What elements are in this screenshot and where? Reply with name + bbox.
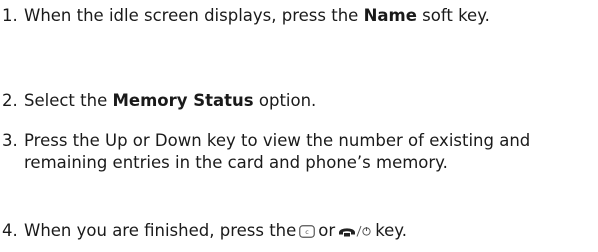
step-number: 2.: [2, 91, 18, 110]
step-text: Select the Memory Status option.: [24, 91, 317, 110]
clear-key-icon: c: [299, 225, 316, 238]
step-3: 3. Press the Up or Down key to view the …: [0, 130, 584, 174]
memory-status-label: Memory Status: [112, 91, 254, 110]
step-text: When you are finished, press the c or key.: [24, 221, 407, 240]
step-number: 1.: [2, 6, 18, 25]
svg-text:c: c: [306, 228, 310, 236]
name-soft-key-label: Name: [363, 6, 417, 25]
step-1: 1. When the idle screen displays, press …: [0, 5, 584, 27]
step-number: 3.: [2, 131, 18, 150]
step-2: 2. Select the Memory Status option.: [0, 90, 584, 112]
step-text: Press the Up or Down key to view the num…: [24, 131, 531, 172]
step-number: 4.: [2, 221, 18, 240]
end-power-key-icon: [338, 224, 372, 238]
step-4: 4. When you are finished, press the c or ke…: [0, 220, 584, 242]
step-text: When the idle screen displays, press the…: [24, 6, 490, 25]
